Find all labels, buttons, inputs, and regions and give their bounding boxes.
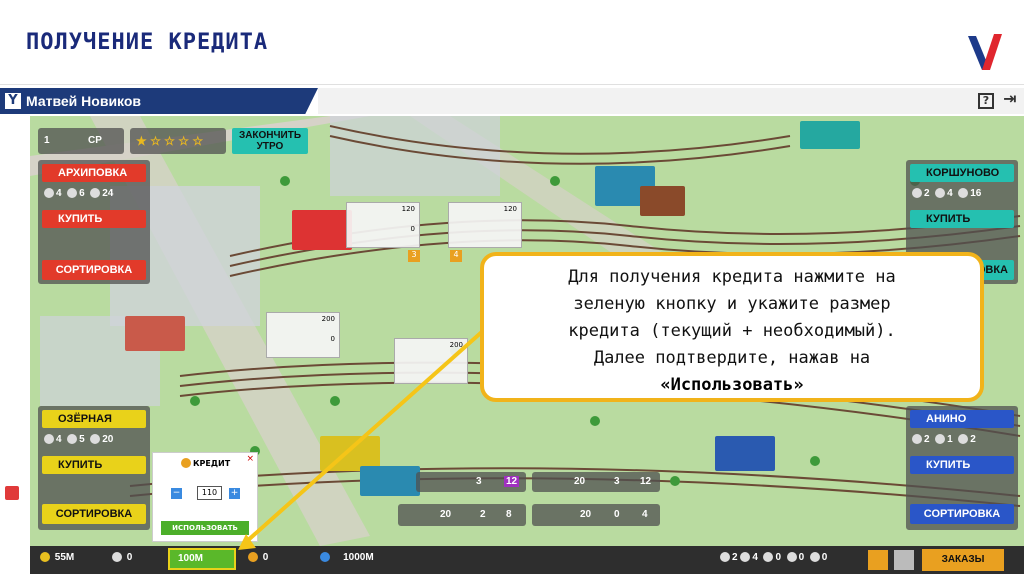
callout-line: Далее подтвердите, нажав на bbox=[593, 348, 871, 368]
callout-line: кредита (текущий + необходимый). bbox=[568, 321, 896, 341]
callout-highlight: «Использовать» bbox=[660, 375, 804, 395]
callout-line: зеленую кнопку и укажите размер bbox=[573, 294, 891, 314]
instruction-callout: Для получения кредита нажмите на зеленую… bbox=[480, 252, 984, 402]
callout-line: Для получения кредита нажмите на bbox=[568, 267, 896, 287]
